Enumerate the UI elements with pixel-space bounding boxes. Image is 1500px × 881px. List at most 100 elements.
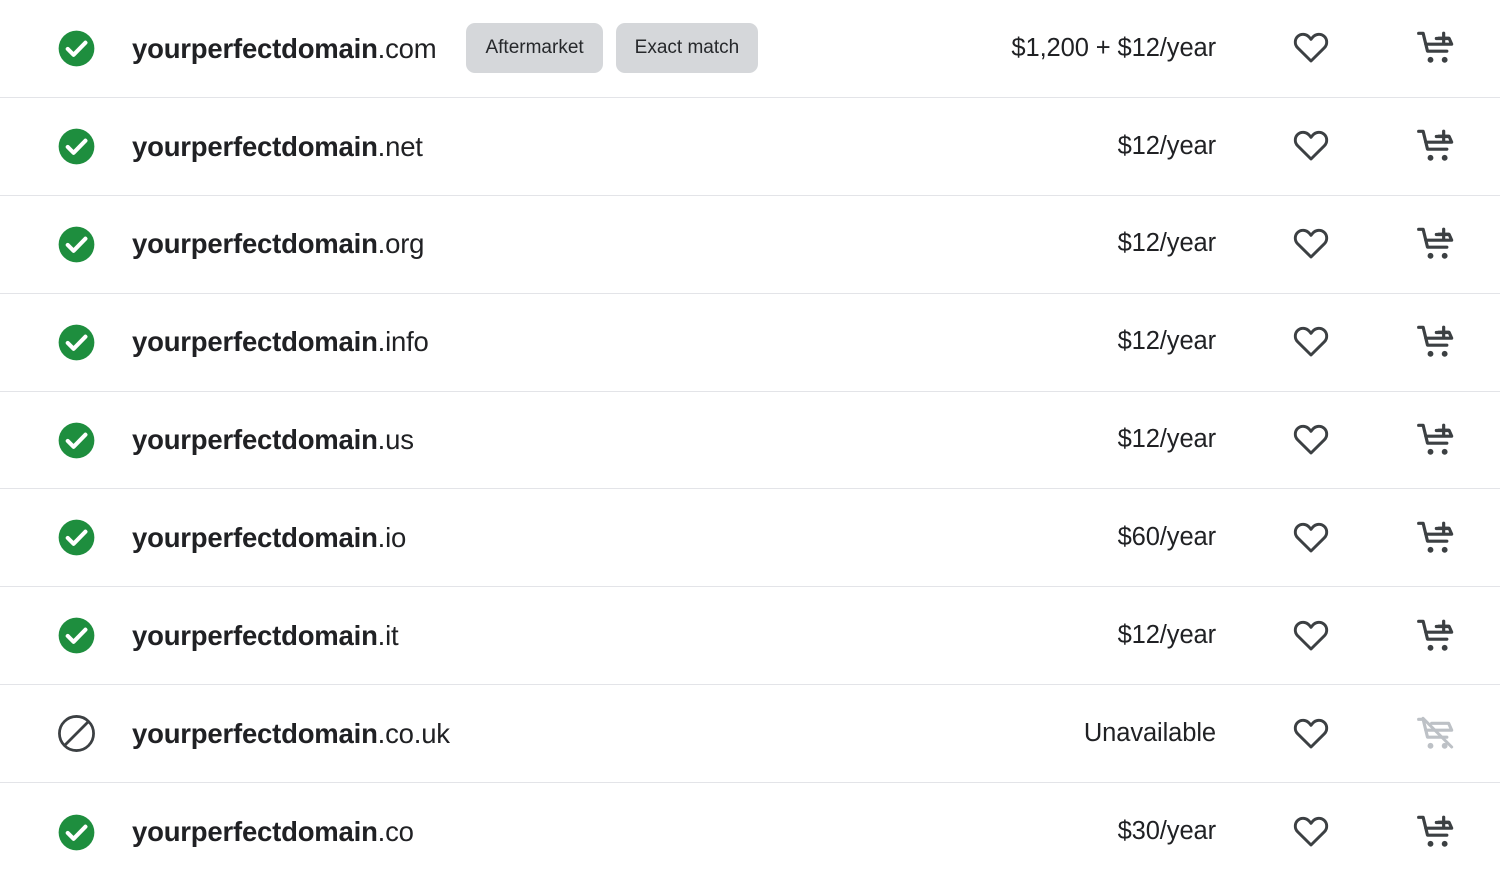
heart-outline-icon [1293,131,1328,161]
add-to-cart-button[interactable] [1409,609,1463,663]
domain-name-cell[interactable]: yourperfectdomain.it [132,620,399,652]
domain-unavailable-label: Unavailable [1083,718,1216,747]
availability-status-cell [0,813,132,852]
domain-result-row[interactable]: yourperfectdomain.co $30/year [0,783,1500,881]
favorite-button[interactable] [1284,315,1338,369]
domain-result-row[interactable]: yourperfectdomain.com Aftermarket Exact m… [0,0,1500,98]
cart-plus-icon [1416,325,1453,357]
domain-result-row[interactable]: yourperfectdomain.net $12/year [0,97,1500,196]
check-circle-filled-icon [58,814,95,850]
domain-name-cell[interactable]: yourperfectdomain.com Aftermarket Exact m… [132,23,759,74]
heart-outline-icon [1293,33,1328,63]
availability-status-cell [0,127,132,166]
domain-price: $60/year [1117,523,1217,552]
cart-plus-icon [1416,423,1453,455]
favorite-action-cell [1265,217,1356,271]
domain-result-row[interactable]: yourperfectdomain.it $12/year [0,587,1500,686]
domain-sld: yourperfectdomain [132,717,378,749]
domain-tld: .org [377,228,425,260]
domain-name-cell[interactable]: yourperfectdomain.net [132,130,423,162]
availability-status-cell [0,714,132,753]
slashed-circle-icon [58,715,95,753]
domain-name-cell[interactable]: yourperfectdomain.org [132,230,424,258]
domain-price: $1,200 + $12/year [1011,33,1216,62]
domain-badge-group: Aftermarket Exact match [466,23,759,74]
favorite-button[interactable] [1284,805,1338,859]
cart-action-cell [1390,217,1481,271]
domain-name: yourperfectdomain.net [132,130,423,162]
availability-status-cell [0,225,132,264]
domain-sld: yourperfectdomain [132,522,378,554]
add-to-cart-button[interactable] [1409,805,1463,859]
add-to-cart-button[interactable] [1409,119,1463,173]
domain-tld: .com [377,32,437,64]
heart-outline-icon [1293,718,1328,749]
domain-name: yourperfectdomain.com [132,32,437,64]
availability-status-cell [0,323,132,362]
domain-sld: yourperfectdomain [132,326,378,358]
domain-price: $12/year [1117,425,1217,454]
cart-action-cell [1390,805,1481,859]
domain-name: yourperfectdomain.org [132,230,424,258]
domain-tld: .it [377,620,399,652]
domain-result-row[interactable]: yourperfectdomain.io $60/year [0,489,1500,588]
favorite-button[interactable] [1284,511,1338,565]
domain-name-cell[interactable]: yourperfectdomain.io [132,524,406,552]
cart-plus-icon [1416,129,1453,162]
check-circle-filled-icon [58,422,95,458]
domain-result-row[interactable]: yourperfectdomain.org $12/year [0,195,1500,294]
check-circle-filled-icon [58,128,95,165]
domain-tld: .io [377,522,407,554]
add-to-cart-button[interactable] [1409,217,1463,271]
cart-plus-icon [1416,815,1453,847]
heart-outline-icon [1293,620,1328,651]
domain-name-cell[interactable]: yourperfectdomain.us [132,426,414,454]
heart-outline-icon [1293,522,1328,553]
check-circle-filled-icon [58,30,95,67]
cart-slashed-icon [1416,716,1453,749]
favorite-button[interactable] [1284,119,1338,173]
domain-badge: Exact match [615,23,759,74]
domain-result-row[interactable]: yourperfectdomain.co.uk Unavailable [0,685,1500,784]
add-to-cart-button[interactable] [1409,511,1463,565]
check-circle-filled-icon [58,520,95,556]
favorite-action-cell [1265,609,1356,663]
favorite-button[interactable] [1284,21,1338,75]
cart-plus-icon [1416,32,1453,64]
domain-price: $12/year [1117,131,1217,160]
favorite-button[interactable] [1284,707,1338,761]
availability-status-cell [0,29,132,68]
favorite-action-cell [1265,21,1356,75]
domain-name-cell[interactable]: yourperfectdomain.co.uk [132,720,450,748]
heart-outline-icon [1293,816,1328,847]
availability-status-cell [0,616,132,655]
cart-action-cell [1390,119,1481,173]
favorite-action-cell [1265,707,1356,761]
favorite-button[interactable] [1284,217,1338,271]
domain-name: yourperfectdomain.co [132,818,414,846]
add-to-cart-button[interactable] [1409,315,1463,369]
favorite-action-cell [1265,511,1356,565]
check-circle-filled-icon [58,324,95,360]
heart-outline-icon [1293,326,1328,357]
cart-action-cell [1390,511,1481,565]
domain-sld: yourperfectdomain [132,424,378,456]
domain-sld: yourperfectdomain [132,130,378,162]
favorite-action-cell [1265,805,1356,859]
domain-tld: .co [377,816,414,848]
domain-name: yourperfectdomain.us [132,426,414,454]
add-to-cart-button-disabled [1409,707,1463,761]
domain-result-row[interactable]: yourperfectdomain.info $12/year [0,293,1500,392]
add-to-cart-button[interactable] [1409,413,1463,467]
cart-plus-icon [1416,619,1453,651]
domain-result-row[interactable]: yourperfectdomain.us $12/year [0,391,1500,490]
domain-name-cell[interactable]: yourperfectdomain.info [132,328,429,356]
cart-action-cell [1390,707,1481,761]
check-circle-filled-icon [58,617,95,654]
favorite-button[interactable] [1284,413,1338,467]
favorite-action-cell [1265,315,1356,369]
domain-name-cell[interactable]: yourperfectdomain.co [132,818,414,846]
favorite-button[interactable] [1284,609,1338,663]
add-to-cart-button[interactable] [1409,21,1463,75]
cart-plus-icon [1416,227,1453,259]
